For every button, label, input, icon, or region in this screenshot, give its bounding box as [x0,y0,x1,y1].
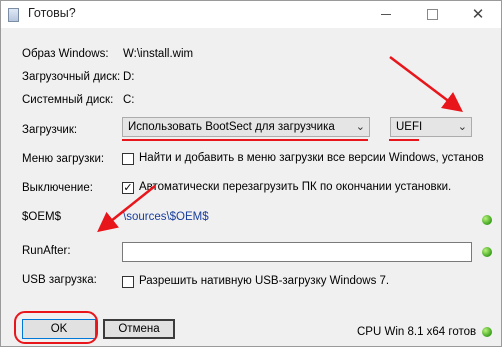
title-bar: Готовы? ✕ [1,1,501,28]
status-ok-icon [482,327,492,337]
oem-path-link[interactable]: \sources\$OEM$ [123,211,209,223]
firmware-select-value: UEFI [396,121,423,133]
system-disk-label: Системный диск: [22,94,114,106]
loader-select-value: Использовать BootSect для загрузчика [128,121,335,133]
firmware-select[interactable]: UEFI ⌄ [390,117,472,137]
boot-disk-value: D: [123,71,135,83]
shutdown-checkbox[interactable]: ✓ [122,182,134,194]
app-icon [8,8,19,22]
annotation-arrow [389,56,463,113]
close-icon: ✕ [471,6,485,23]
image-value: W:\install.wim [123,48,194,60]
usb-boot-checkbox-label[interactable]: Разрешить нативную USB-загрузку Windows … [139,275,389,287]
status-text: CPU Win 8.1 x64 готов [357,326,477,338]
shutdown-label: Выключение: [22,182,93,194]
runafter-input[interactable] [122,242,472,262]
loader-select[interactable]: Использовать BootSect для загрузчика ⌄ [122,117,370,137]
maximize-button[interactable] [409,1,455,28]
usb-boot-checkbox[interactable] [122,276,134,288]
ok-button[interactable]: OK [22,319,96,339]
window-title: Готовы? [28,6,76,20]
loader-label: Загрузчик: [22,124,78,136]
cancel-button[interactable]: Отмена [103,319,175,339]
dialog-window: Готовы? ✕ Образ Windows: W:\install.wim … [0,0,502,347]
boot-disk-label: Загрузочный диск: [22,71,121,83]
usb-label: USB загрузка: [22,274,97,286]
status-ok-icon [482,247,492,257]
system-disk-value: C: [123,94,135,106]
chevron-down-icon: ⌄ [355,121,365,133]
checkmark-icon: ✓ [123,182,133,194]
oem-label: $OEM$ [22,211,61,223]
boot-menu-label: Меню загрузки: [22,153,105,165]
shutdown-checkbox-label[interactable]: Автоматически перезагрузить ПК по оконча… [139,181,451,193]
close-button[interactable]: ✕ [455,1,501,28]
runafter-label: RunAfter: [22,245,71,257]
minimize-button[interactable] [363,1,409,28]
maximize-icon [426,9,438,20]
image-label: Образ Windows: [22,48,109,60]
boot-menu-checkbox[interactable] [122,153,134,165]
boot-menu-checkbox-label[interactable]: Найти и добавить в меню загрузки все вер… [139,152,484,164]
minimize-icon [381,14,391,15]
status-ok-icon [482,215,492,225]
chevron-down-icon: ⌄ [457,121,467,133]
